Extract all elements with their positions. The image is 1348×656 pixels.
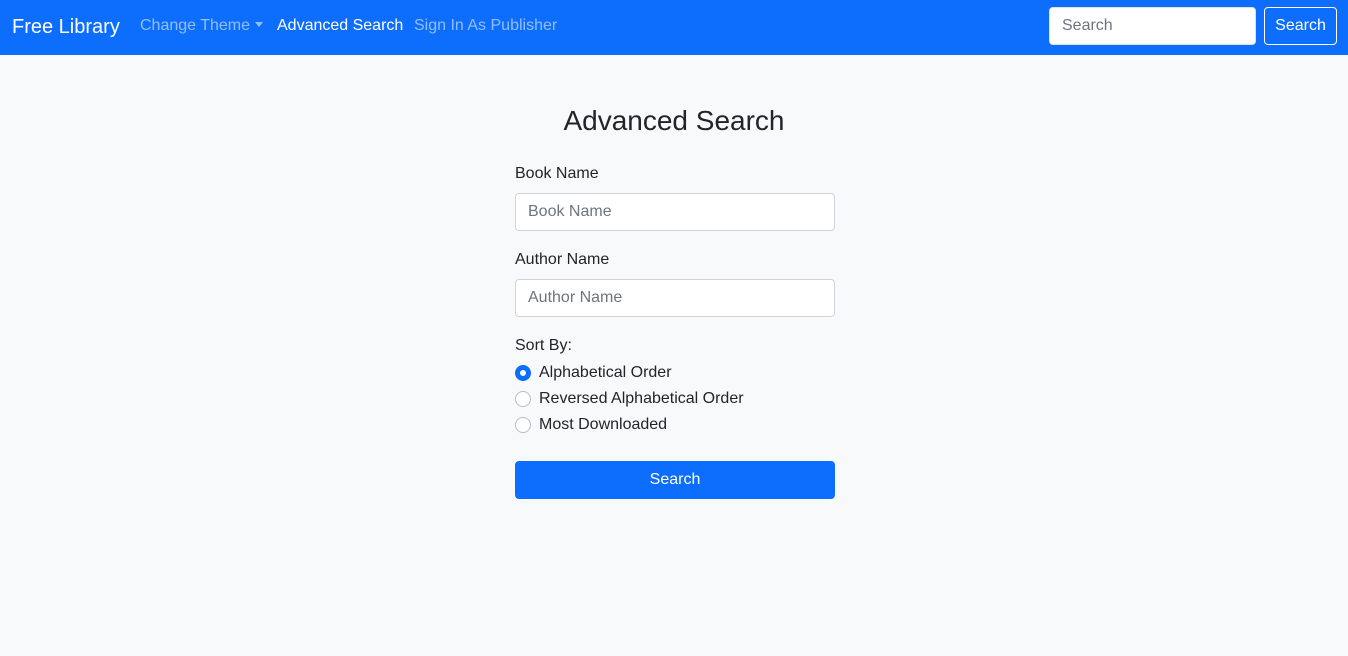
nav-sign-in-publisher[interactable]: Sign In As Publisher <box>414 16 557 36</box>
navbar-search-button[interactable]: Search <box>1264 7 1337 45</box>
caret-down-icon <box>255 22 263 27</box>
sort-option-reversed-alphabetical[interactable]: Reversed Alphabetical Order <box>515 389 744 409</box>
page-title: Advanced Search <box>563 105 785 136</box>
nav-change-theme-label: Change Theme <box>140 17 250 34</box>
radio-most-downloaded[interactable] <box>515 417 531 433</box>
sort-option-alphabetical[interactable]: Alphabetical Order <box>515 363 672 383</box>
book-name-input[interactable] <box>515 193 835 231</box>
sort-option-label: Reversed Alphabetical Order <box>539 390 744 407</box>
radio-alphabetical[interactable] <box>515 365 531 381</box>
sort-option-most-downloaded[interactable]: Most Downloaded <box>515 415 667 435</box>
navbar-search-input[interactable] <box>1049 7 1256 45</box>
sort-option-label: Alphabetical Order <box>539 364 672 381</box>
brand-logo[interactable]: Free Library <box>12 14 120 40</box>
sort-by-label: Sort By: <box>515 337 572 354</box>
top-navbar: Free Library Change Theme Advanced Searc… <box>0 0 1348 55</box>
nav-change-theme-dropdown[interactable]: Change Theme <box>140 16 263 36</box>
sort-option-label: Most Downloaded <box>539 416 668 433</box>
author-name-input[interactable] <box>515 279 835 317</box>
advanced-search-submit-button[interactable]: Search <box>515 461 835 499</box>
radio-reversed-alphabetical[interactable] <box>515 391 531 407</box>
book-name-label: Book Name <box>515 165 599 182</box>
author-name-label: Author Name <box>515 251 610 268</box>
nav-advanced-search[interactable]: Advanced Search <box>277 16 403 36</box>
